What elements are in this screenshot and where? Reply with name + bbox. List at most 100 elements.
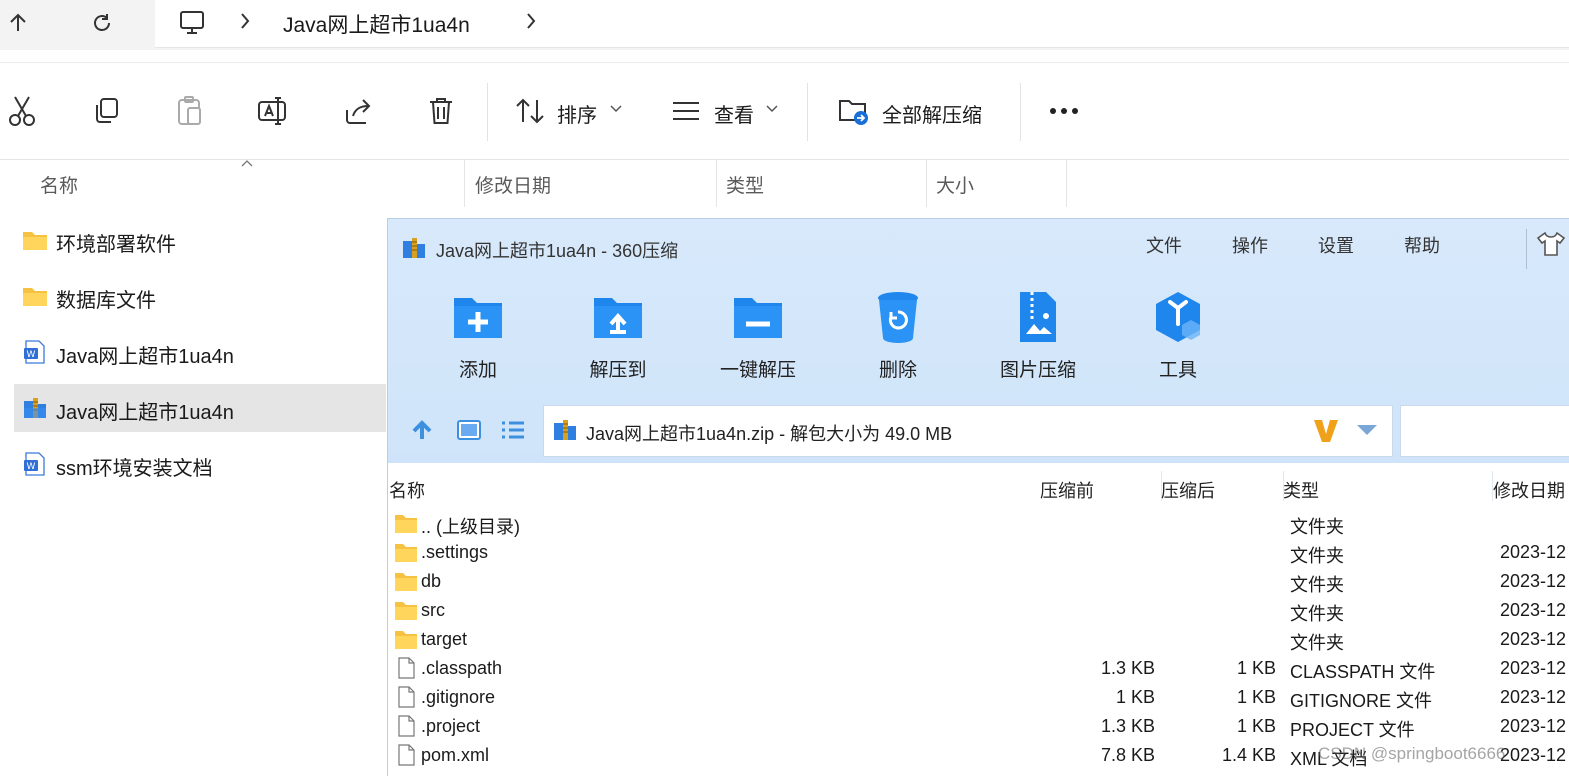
list-item[interactable]: W ssm环境安装文档 <box>14 440 386 488</box>
divider <box>1020 83 1021 141</box>
zip-list-header: 名称 压缩前 压缩后 类型 修改日期 <box>388 471 1569 501</box>
archive-search-input[interactable] <box>1400 405 1569 457</box>
copy-icon[interactable] <box>88 93 124 129</box>
file-icon <box>398 686 415 708</box>
folder-icon <box>395 602 417 620</box>
table-row[interactable]: .gitignore 1 KB 1 KB GITIGNORE 文件 2023-1… <box>388 683 1569 712</box>
svg-text:W: W <box>27 350 36 360</box>
file-name: 数据库文件 <box>56 290 156 312</box>
file-name: ssm环境安装文档 <box>56 458 213 480</box>
list-item[interactable]: 数据库文件 <box>14 272 386 320</box>
extract-all-icon[interactable] <box>836 93 872 129</box>
refresh-icon[interactable] <box>84 6 120 40</box>
svg-text:W: W <box>27 462 36 472</box>
command-bar: 排序 查看 全部解压缩 <box>0 62 1569 160</box>
column-header-modified[interactable]: 修改日期 <box>475 171 551 198</box>
archive-path-box[interactable]: Java网上超市1ua4n.zip - 解包大小为 49.0 MB <box>543 405 1393 457</box>
folder-icon <box>395 544 417 562</box>
divider <box>487 83 488 141</box>
view-icon[interactable] <box>668 93 704 129</box>
column-divider[interactable] <box>716 159 717 207</box>
table-row[interactable]: target 文件夹 2023-12 <box>388 625 1569 654</box>
chevron-down-icon[interactable] <box>766 105 778 113</box>
paste-icon[interactable] <box>172 93 208 129</box>
menu-help[interactable]: 帮助 <box>1404 232 1440 258</box>
table-row[interactable]: db 文件夹 2023-12 <box>388 567 1569 596</box>
column-header-name[interactable]: 名称 <box>40 171 78 198</box>
delete-icon[interactable] <box>423 93 459 129</box>
address-bar: Java网上超市1ua4n <box>0 0 1569 50</box>
column-divider[interactable] <box>464 159 465 207</box>
sort-button-label[interactable]: 排序 <box>557 99 597 128</box>
menu-settings[interactable]: 设置 <box>1318 232 1354 258</box>
divider <box>807 83 808 141</box>
column-header-modified[interactable]: 修改日期 <box>1493 477 1565 503</box>
folder-icon <box>23 232 47 250</box>
column-header-name[interactable]: 名称 <box>389 477 425 503</box>
extract-to-button[interactable]: 解压到 <box>563 289 673 382</box>
file-list-header: 名称 修改日期 类型 大小 <box>0 159 1569 207</box>
list-view-icon[interactable] <box>500 419 526 441</box>
list-item[interactable]: 环境部署软件 <box>14 216 386 264</box>
add-icon <box>454 298 502 338</box>
table-row[interactable]: .settings 文件夹 2023-12 <box>388 538 1569 567</box>
delete-button[interactable]: 删除 <box>843 289 953 382</box>
one-click-extract-icon <box>734 298 782 338</box>
dropdown-arrow-icon[interactable] <box>1356 424 1378 436</box>
archive-icon <box>403 238 425 258</box>
column-divider[interactable] <box>1066 159 1067 207</box>
archive-icon <box>554 420 576 440</box>
path-row: Java网上超市1ua4n.zip - 解包大小为 49.0 MB <box>388 405 1569 463</box>
table-row[interactable]: .classpath 1.3 KB 1 KB CLASSPATH 文件 2023… <box>388 654 1569 683</box>
breadcrumb-folder[interactable]: Java网上超市1ua4n <box>283 9 470 39</box>
up-level-icon[interactable] <box>410 419 434 441</box>
chevron-right-icon[interactable] <box>238 11 252 31</box>
one-click-extract-button[interactable]: 一键解压 <box>703 289 813 382</box>
column-header-type[interactable]: 类型 <box>726 171 764 198</box>
column-header-type[interactable]: 类型 <box>1283 477 1319 503</box>
this-pc-icon[interactable] <box>174 6 210 40</box>
extract-to-icon <box>594 298 642 338</box>
table-row[interactable]: src 文件夹 2023-12 <box>388 596 1569 625</box>
list-item[interactable]: W Java网上超市1ua4n <box>14 328 386 376</box>
file-name: Java网上超市1ua4n <box>56 402 234 424</box>
folder-icon <box>395 515 417 533</box>
chevron-right-icon[interactable] <box>524 11 538 31</box>
table-row[interactable]: .. (上级目录) 文件夹 <box>388 509 1569 538</box>
file-name: 环境部署软件 <box>56 234 176 256</box>
view-button-label[interactable]: 查看 <box>714 99 754 128</box>
menu-operation[interactable]: 操作 <box>1232 232 1268 258</box>
column-header-size[interactable]: 大小 <box>936 171 974 198</box>
zip360-window: Java网上超市1ua4n - 360压缩 文件 操作 设置 帮助 添加 解压到… <box>387 218 1569 776</box>
archive-icon <box>24 398 46 418</box>
thumbnail-view-icon[interactable] <box>456 419 482 441</box>
share-icon[interactable] <box>340 93 376 129</box>
menu-file[interactable]: 文件 <box>1146 232 1182 258</box>
recycle-bin-icon <box>878 292 918 343</box>
cut-icon[interactable] <box>4 93 40 129</box>
column-divider[interactable] <box>926 159 927 207</box>
vip-v-icon[interactable] <box>1312 418 1340 444</box>
divider <box>1526 229 1527 269</box>
table-row[interactable]: .project 1.3 KB 1 KB PROJECT 文件 2023-12 <box>388 712 1569 741</box>
folder-icon <box>395 573 417 591</box>
skin-shirt-icon[interactable] <box>1536 231 1566 257</box>
tools-button[interactable]: 工具 <box>1123 289 1233 382</box>
sort-icon[interactable] <box>512 93 548 129</box>
image-compress-icon <box>1020 292 1056 342</box>
file-icon <box>398 744 415 766</box>
wps-doc-icon: W <box>24 340 45 364</box>
sort-ascending-icon <box>241 160 253 167</box>
up-arrow-icon[interactable] <box>0 6 36 40</box>
file-name: Java网上超市1ua4n <box>56 346 234 368</box>
image-compress-button[interactable]: 图片压缩 <box>983 289 1093 382</box>
rename-icon[interactable] <box>255 93 291 129</box>
extract-all-button-label[interactable]: 全部解压缩 <box>882 99 982 128</box>
column-header-before[interactable]: 压缩前 <box>1040 477 1094 503</box>
list-item[interactable]: Java网上超市1ua4n <box>14 384 386 432</box>
more-icon[interactable] <box>1046 93 1082 129</box>
wps-doc-icon: W <box>24 452 45 476</box>
column-header-after[interactable]: 压缩后 <box>1161 477 1215 503</box>
add-button[interactable]: 添加 <box>423 289 533 382</box>
chevron-down-icon[interactable] <box>610 105 622 113</box>
